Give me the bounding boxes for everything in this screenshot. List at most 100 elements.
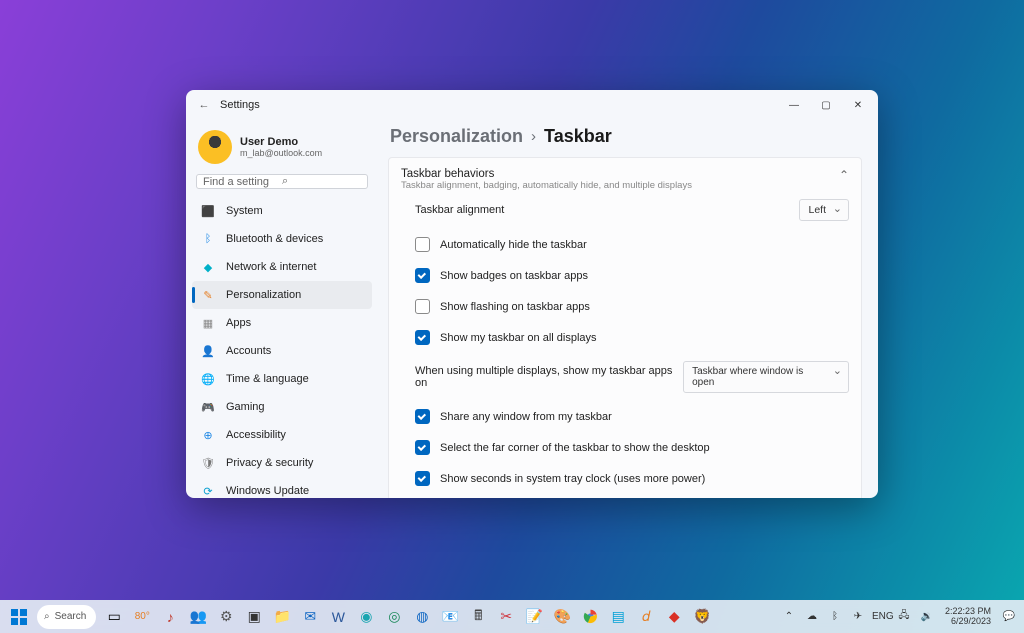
sidebar-item-bluetooth-devices[interactable]: ᛒ Bluetooth & devices: [192, 225, 372, 253]
nav-label: Network & internet: [226, 261, 316, 273]
nav-label: Personalization: [226, 289, 301, 301]
app-edge-icon[interactable]: ◉: [353, 604, 379, 630]
volume-icon[interactable]: 🔉: [918, 611, 936, 622]
multi-display-label: When using multiple displays, show my ta…: [415, 365, 683, 389]
nav-label: System: [226, 205, 263, 217]
app-explorer-icon[interactable]: 📁: [269, 604, 295, 630]
alignment-label: Taskbar alignment: [415, 204, 504, 216]
network-icon[interactable]: 🖧: [895, 608, 913, 625]
app-powertoys-icon[interactable]: ▤: [605, 604, 631, 630]
breadcrumb-separator: ›: [531, 128, 536, 145]
app-outlook-icon[interactable]: ✉: [297, 604, 323, 630]
sidebar-item-windows-update[interactable]: ⟳Windows Update: [192, 477, 372, 498]
app-notepad-icon[interactable]: 📝: [521, 604, 547, 630]
nav-icon: ⟳: [200, 483, 216, 498]
checkbox[interactable]: [415, 268, 430, 283]
app-dev-icon[interactable]: ◍: [409, 604, 435, 630]
app-chrome-icon[interactable]: [577, 604, 603, 630]
nav-label: Accessibility: [226, 429, 286, 441]
sidebar-item-time-language[interactable]: 🌐Time & language: [192, 365, 372, 393]
minimize-button[interactable]: —: [778, 90, 810, 120]
clock-date: 6/29/2023: [945, 617, 991, 627]
start-button[interactable]: [6, 604, 32, 630]
taskbar-behaviors-panel: Taskbar behaviors Taskbar alignment, bad…: [388, 157, 862, 498]
app-adobe-icon[interactable]: ◆: [661, 604, 687, 630]
sidebar-item-accounts[interactable]: 👤Accounts: [192, 337, 372, 365]
sidebar-item-accessibility[interactable]: ⊕Accessibility: [192, 421, 372, 449]
bluetooth-icon[interactable]: ᛒ: [826, 611, 844, 622]
onedrive-icon[interactable]: ☁: [803, 611, 821, 622]
nav-label: Bluetooth & devices: [226, 233, 323, 245]
app-fire-icon[interactable]: 𝑑: [633, 604, 659, 630]
checkbox[interactable]: [415, 409, 430, 424]
multi-display-select[interactable]: Taskbar where window is open: [683, 361, 849, 393]
sidebar-item-apps[interactable]: ▦Apps: [192, 309, 372, 337]
app-teams-icon[interactable]: 👥: [185, 604, 211, 630]
alignment-select[interactable]: Left: [799, 199, 849, 221]
option-row: Show seconds in system tray clock (uses …: [401, 463, 849, 494]
app-word-icon[interactable]: W: [325, 604, 351, 630]
nav-label: Time & language: [226, 373, 309, 385]
tray-overflow-icon[interactable]: ⌃: [780, 611, 798, 622]
checkbox[interactable]: [415, 237, 430, 252]
nav-icon: 🛡: [200, 455, 216, 471]
nav-icon: ◆: [200, 259, 216, 275]
checkbox[interactable]: [415, 440, 430, 455]
multi-display-row: When using multiple displays, show my ta…: [401, 353, 849, 401]
sidebar-item-personalization[interactable]: ✎Personalization: [192, 281, 372, 309]
panel-subtitle: Taskbar alignment, badging, automaticall…: [401, 180, 839, 191]
maximize-button[interactable]: ▢: [810, 90, 842, 120]
app-canary-icon[interactable]: ◎: [381, 604, 407, 630]
alignment-row: Taskbar alignment Left: [401, 191, 849, 229]
app-snipping-icon[interactable]: ✂: [493, 604, 519, 630]
taskbar: ⌕ Search ▭ 80° ♪ 👥 ⚙ ▣ 📁 ✉ W ◉ ◎ ◍ 📧 🖩 ✂…: [0, 600, 1024, 633]
clock[interactable]: 2:22:23 PM 6/29/2023: [941, 607, 995, 627]
checkbox[interactable]: [415, 330, 430, 345]
language-indicator[interactable]: ENG: [872, 611, 890, 622]
app-brave-icon[interactable]: 🦁: [689, 604, 715, 630]
app-terminal-icon[interactable]: ▣: [241, 604, 267, 630]
nav-icon: ᛒ: [200, 231, 216, 247]
profile-name: User Demo: [240, 136, 322, 148]
panel-header[interactable]: Taskbar behaviors Taskbar alignment, bad…: [401, 168, 849, 191]
panel-title: Taskbar behaviors: [401, 168, 839, 180]
back-button[interactable]: ←: [194, 99, 214, 111]
nav-label: Gaming: [226, 401, 265, 413]
taskbar-search[interactable]: ⌕ Search: [37, 605, 96, 629]
close-button[interactable]: ✕: [842, 90, 874, 120]
search-placeholder: Find a setting: [203, 176, 282, 188]
option-row: Share any window from my taskbar: [401, 401, 849, 432]
sidebar-item-system[interactable]: ⬛ System: [192, 197, 372, 225]
taskbar-search-label: Search: [55, 611, 87, 622]
location-icon[interactable]: ✈: [849, 611, 867, 622]
app-title: Settings: [220, 99, 260, 111]
option-label: Share any window from my taskbar: [440, 411, 612, 423]
widgets-button[interactable]: 80°: [129, 604, 155, 630]
checkbox[interactable]: [415, 471, 430, 486]
sidebar-item-privacy-security[interactable]: 🛡Privacy & security: [192, 449, 372, 477]
checkbox[interactable]: [415, 299, 430, 314]
option-row: Show badges on taskbar apps: [401, 260, 849, 291]
breadcrumb: Personalization › Taskbar: [390, 126, 862, 147]
settings-window: ← Settings — ▢ ✕ User Demo m_lab@outlook…: [186, 90, 878, 498]
notifications-icon[interactable]: 💬: [1000, 611, 1018, 622]
option-label: Show badges on taskbar apps: [440, 270, 588, 282]
option-row: Select the far corner of the taskbar to …: [401, 432, 849, 463]
nav-icon: ⬛: [200, 203, 216, 219]
task-view-button[interactable]: ▭: [101, 604, 127, 630]
sidebar-item-network-internet[interactable]: ◆ Network & internet: [192, 253, 372, 281]
sidebar-item-gaming[interactable]: 🎮Gaming: [192, 393, 372, 421]
app-mail-icon[interactable]: 📧: [437, 604, 463, 630]
chevron-up-icon[interactable]: ⌃: [839, 168, 849, 182]
nav-label: Accounts: [226, 345, 271, 357]
app-paint-icon[interactable]: 🎨: [549, 604, 575, 630]
app-settings-icon[interactable]: ⚙: [213, 604, 239, 630]
titlebar: ← Settings — ▢ ✕: [186, 90, 878, 120]
search-input[interactable]: Find a setting ⌕: [196, 174, 368, 189]
app-music-icon[interactable]: ♪: [157, 604, 183, 630]
breadcrumb-parent[interactable]: Personalization: [390, 126, 523, 147]
option-label: Show seconds in system tray clock (uses …: [440, 473, 705, 485]
profile[interactable]: User Demo m_lab@outlook.com: [192, 124, 372, 174]
system-tray: ⌃ ☁ ᛒ ✈ ENG 🖧 🔉 2:22:23 PM 6/29/2023 💬: [780, 607, 1018, 627]
app-calculator-icon[interactable]: 🖩: [465, 604, 491, 630]
